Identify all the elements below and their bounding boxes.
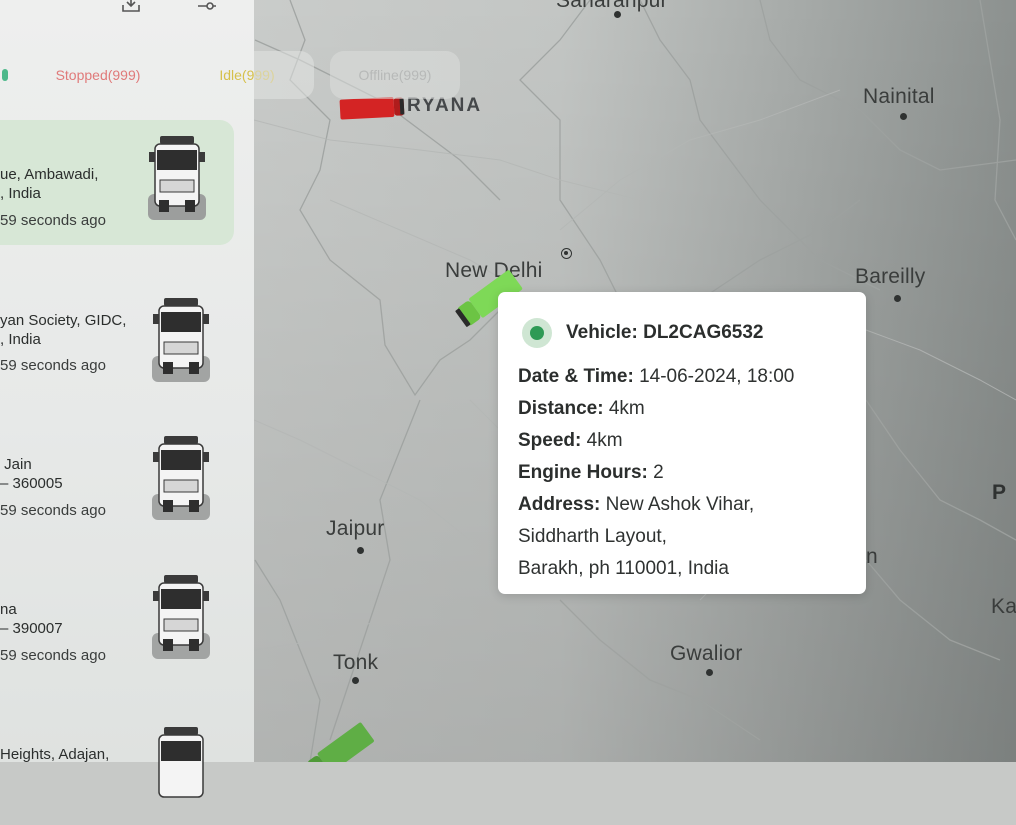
popup-row-engine-hours: Engine Hours: 2 [518,462,664,484]
vehicle-address-line2: , India [0,331,41,348]
address-line1: New Ashok Vihar, [605,494,755,515]
address-label: Address: [518,494,601,515]
truck-front-icon [158,727,204,798]
engine-hours-value: 2 [653,462,664,483]
city-marker-nainital [900,113,907,120]
city-label-n: n [866,545,878,568]
filter-chip-stopped[interactable]: Stopped(999) [30,51,166,99]
popup-row-address: Address: New Ashok Vihar, [518,494,754,516]
popup-row-distance: Distance: 4km [518,398,645,420]
speed-label: Speed: [518,430,582,451]
address-line3: Barakh, ph 110001, India [518,558,729,579]
speed-value: 4km [586,430,623,451]
city-label-p: P [992,481,1007,504]
popup-title: Vehicle: DL2CAG6532 [566,322,764,344]
city-label-tonk: Tonk [333,651,379,674]
city-marker-gwalior [706,669,713,676]
city-marker-jaipur [357,547,364,554]
city-label-saharanpur: Saharanpur [556,0,668,12]
city-label-new-delhi: New Delhi [445,259,543,282]
vehicle-address-line1: Heights, Adajan, [0,746,110,763]
city-label-gwalior: Gwalior [670,642,743,665]
vehicle-address-line1: Jain [0,456,32,473]
status-indicator [522,318,552,348]
vehicle-last-update: 59 seconds ago [0,357,106,374]
vehicle-last-update: 59 seconds ago [0,212,106,229]
distance-label: Distance: [518,398,604,419]
truck-front-icon [152,298,210,382]
city-marker-saharanpur [614,11,621,18]
engine-hours-label: Engine Hours: [518,462,648,483]
capital-marker [561,248,572,259]
truck-front-icon [152,436,210,520]
truck-front-icon [148,136,206,220]
vehicle-address-line1: na [0,601,17,618]
city-label-nainital: Nainital [863,85,935,108]
truck-front-icon [152,575,210,659]
download-icon[interactable] [120,0,142,21]
vehicle-address-line1: ue, Ambawadi, [0,166,99,183]
vehicle-last-update: 59 seconds ago [0,502,106,519]
vehicle-list-panel: Stopped(999) Idle(999) ue, Ambawadi, , I… [0,0,275,798]
city-marker-tonk [352,677,359,684]
vehicle-info-popup: Vehicle: DL2CAG6532 Date & Time: 14-06-2… [498,292,866,594]
vehicle-address-line2: , India [0,185,41,202]
city-label-bareilly: Bareilly [855,265,926,288]
vehicle-id: DL2CAG6532 [643,322,764,343]
filter-chip-offline[interactable]: Offline(999) [330,51,460,99]
date-time-value: 14-06-2024, 18:00 [639,366,795,387]
popup-row-speed: Speed: 4km [518,430,623,452]
filter-chip-idle-bg [254,51,314,99]
vehicle-label: Vehicle: [566,322,638,343]
popup-row-datetime: Date & Time: 14-06-2024, 18:00 [518,366,794,388]
filter-chip-running[interactable] [0,51,10,99]
date-time-label: Date & Time: [518,366,634,387]
running-indicator [2,69,8,81]
filter-stopped-label: Stopped(999) [55,67,141,83]
vehicle-last-update: 59 seconds ago [0,647,106,664]
filter-offline-label: Offline(999) [358,67,432,83]
vehicle-address-line2: – 390007 [0,620,63,637]
distance-value: 4km [608,398,645,419]
vehicle-address-line2: – 360005 [0,475,63,492]
filter-sliders-icon[interactable] [196,0,218,21]
vehicle-address-line1: yan Society, GIDC, [0,312,127,329]
city-label-jaipur: Jaipur [326,517,385,540]
city-label-ka: Ka [991,595,1016,618]
address-line2: Siddharth Layout, [518,526,667,547]
city-marker-bareilly [894,295,901,302]
